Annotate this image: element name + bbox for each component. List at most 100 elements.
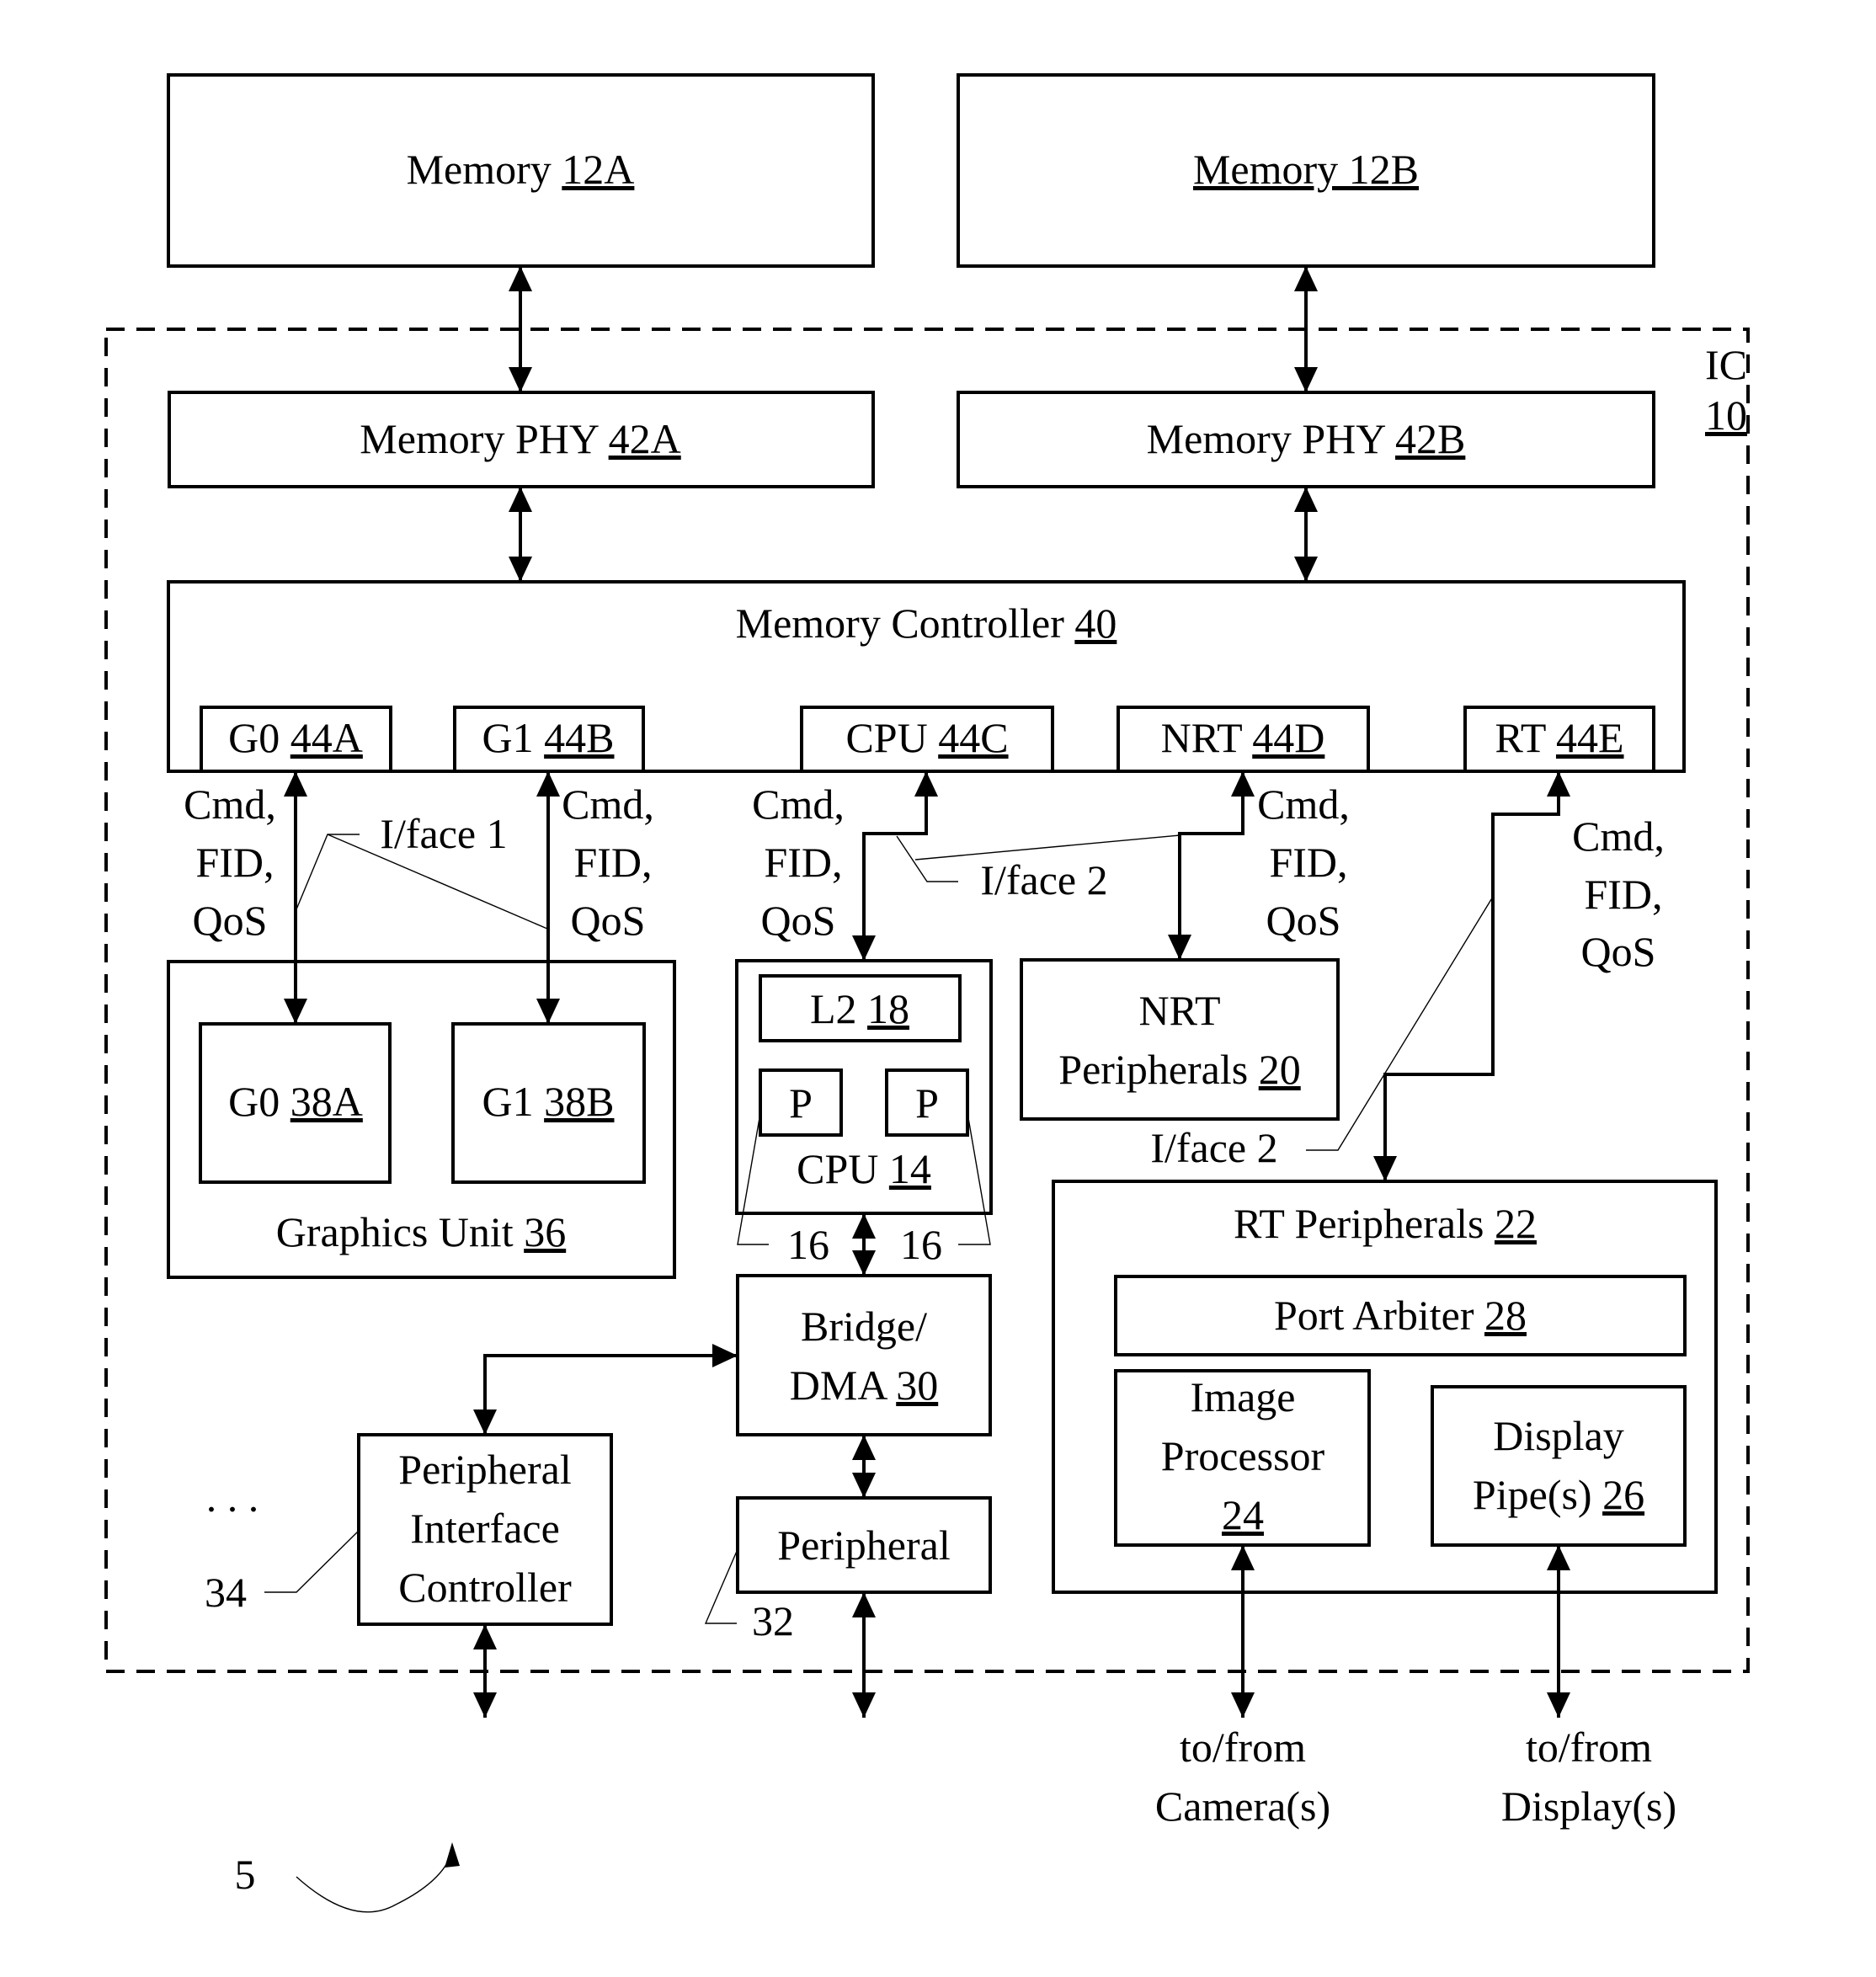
rt-cmd: Cmd, <box>1572 813 1665 860</box>
graphics-unit-ref: 36 <box>524 1208 566 1255</box>
g1-qos: QoS <box>571 897 646 944</box>
rt-periph-name: RT Peripherals <box>1234 1200 1484 1247</box>
arrowhead-up <box>1294 266 1318 291</box>
port-name: G0 <box>228 714 280 761</box>
signal-labels-rt: Cmd, FID, QoS <box>1572 813 1665 975</box>
leader-34 <box>264 1530 360 1593</box>
signal-labels-g1: Cmd, FID, QoS <box>562 781 654 944</box>
arrowhead-down <box>509 557 532 582</box>
arrowhead-down <box>1547 1692 1570 1718</box>
rt-fid: FID, <box>1584 871 1662 918</box>
cpu-ref: 14 <box>889 1145 931 1192</box>
arrowhead-up <box>509 266 532 291</box>
arrowhead-down <box>473 1692 497 1718</box>
svg-text:Memory Controller 40: Memory Controller 40 <box>736 599 1117 647</box>
ic-ref: 10 <box>1705 392 1747 439</box>
memory-12a-block: Memory 12A <box>167 73 875 268</box>
arrowhead-up <box>284 771 307 797</box>
g1-fid: FID, <box>573 839 652 886</box>
display-pipe-ref: 26 <box>1602 1471 1644 1518</box>
g0-ref: 38A <box>290 1078 363 1125</box>
port-ref: 44B <box>544 714 614 761</box>
leader-iface1-a <box>296 834 360 910</box>
memory-12a-ref: 12A <box>562 146 634 193</box>
mc-name: Memory Controller <box>736 599 1065 647</box>
arrowhead-up <box>914 771 938 797</box>
arrowhead-up <box>473 1624 497 1649</box>
ic-label: IC <box>1705 341 1747 388</box>
port-arbiter-name: Port Arbiter <box>1274 1292 1474 1339</box>
arrowhead-up <box>852 1435 876 1460</box>
rt-periph-ref: 22 <box>1495 1200 1537 1247</box>
g0-cmd: Cmd, <box>184 781 276 828</box>
g0-fid: FID, <box>195 839 274 886</box>
nrt-qos: QoS <box>1266 897 1341 944</box>
arrowhead-down <box>1231 1692 1255 1718</box>
link-nrt <box>1178 771 1244 960</box>
processor-b-label: P <box>915 1079 939 1127</box>
peripheral-32-block: Peripheral <box>736 1496 992 1594</box>
rt-qos: QoS <box>1581 928 1656 975</box>
cpu-14-block: L2 18 P P CPU 14 <box>735 959 993 1215</box>
svg-text:Memory PHY 42B: Memory PHY 42B <box>1147 415 1466 462</box>
port-nrt-44d: NRT 44D <box>1117 706 1370 773</box>
display-line2: Display(s) <box>1501 1782 1676 1830</box>
port-arbiter-ref: 28 <box>1484 1292 1527 1339</box>
svg-text:Memory 12A: Memory 12A <box>407 146 635 193</box>
phy-42a-ref: 42A <box>609 415 681 462</box>
svg-text:Graphics Unit 36: Graphics Unit 36 <box>276 1208 566 1255</box>
arrowhead-down <box>473 1409 497 1435</box>
camera-line1: to/from <box>1180 1724 1306 1771</box>
nrt-periph-line2: Peripherals <box>1058 1046 1248 1093</box>
arrowhead-down <box>1294 557 1318 582</box>
g1-name: G1 <box>482 1078 534 1125</box>
display-pipe-line1: Display <box>1493 1412 1624 1459</box>
ellipsis: . . . <box>206 1473 259 1521</box>
arrowhead-up <box>1547 771 1570 797</box>
svg-text:RT Peripherals 22: RT Peripherals 22 <box>1234 1200 1537 1247</box>
figure-ref-arrowhead <box>445 1842 460 1868</box>
port-ref: 44E <box>1556 714 1624 761</box>
display-pipe-line2: Pipe(s) <box>1473 1471 1592 1518</box>
processor-ref-left: 16 <box>787 1221 829 1268</box>
port-name: NRT <box>1161 714 1242 761</box>
iface1-label: I/face 1 <box>380 810 507 857</box>
svg-text:NRT 44D: NRT 44D <box>1161 714 1325 761</box>
svg-text:Memory PHY 42A: Memory PHY 42A <box>360 415 680 462</box>
image-proc-line1: Image <box>1191 1373 1296 1420</box>
port-ref: 44A <box>290 714 363 761</box>
bridge-line2: DMA <box>790 1362 888 1409</box>
graphics-unit-name: Graphics Unit <box>276 1208 514 1255</box>
arrowhead-down <box>1373 1156 1397 1181</box>
processor-ref-right: 16 <box>900 1221 942 1268</box>
link-rt <box>1383 771 1560 1181</box>
port-name: G1 <box>482 714 534 761</box>
svg-text:G1 44B: G1 44B <box>482 714 615 761</box>
g0-name: G0 <box>228 1078 280 1125</box>
iface2-label-bottom: I/face 2 <box>1150 1124 1277 1171</box>
cpu-fid: FID, <box>764 839 842 886</box>
peripheral-interface-controller-34-block: Peripheral Interface Controller <box>357 1433 613 1626</box>
svg-text:Peripherals 20: Peripherals 20 <box>1058 1046 1300 1093</box>
memory-phy-42b-block: Memory PHY 42B <box>957 391 1655 488</box>
figure-ref: 5 <box>235 1851 256 1898</box>
port-ref: 44D <box>1252 714 1324 761</box>
port-ref: 44C <box>938 714 1008 761</box>
arrowhead-right <box>712 1344 738 1367</box>
rt-peripherals-22-block: RT Peripherals 22 Port Arbiter 28 Image … <box>1052 1180 1718 1594</box>
svg-text:L2 18: L2 18 <box>810 985 909 1032</box>
l2-ref: 18 <box>867 985 909 1032</box>
arrowhead-down <box>1168 935 1191 960</box>
nrt-cmd: Cmd, <box>1257 781 1350 828</box>
memory-12b-block: Memory 12B <box>957 73 1655 268</box>
port-cpu-44c: CPU 44C <box>800 706 1054 773</box>
arrowhead-up <box>852 1592 876 1617</box>
memory-12a-name: Memory <box>407 146 552 193</box>
arrowhead-up <box>536 771 560 797</box>
arrowhead-up <box>509 487 532 512</box>
svg-text:Port Arbiter 28: Port Arbiter 28 <box>1274 1292 1527 1339</box>
cpu-name: CPU <box>797 1145 878 1192</box>
signal-labels-cpu: Cmd, FID, QoS <box>752 781 845 944</box>
link-pic-bridge <box>483 1354 738 1435</box>
arrowhead-down <box>1294 367 1318 392</box>
